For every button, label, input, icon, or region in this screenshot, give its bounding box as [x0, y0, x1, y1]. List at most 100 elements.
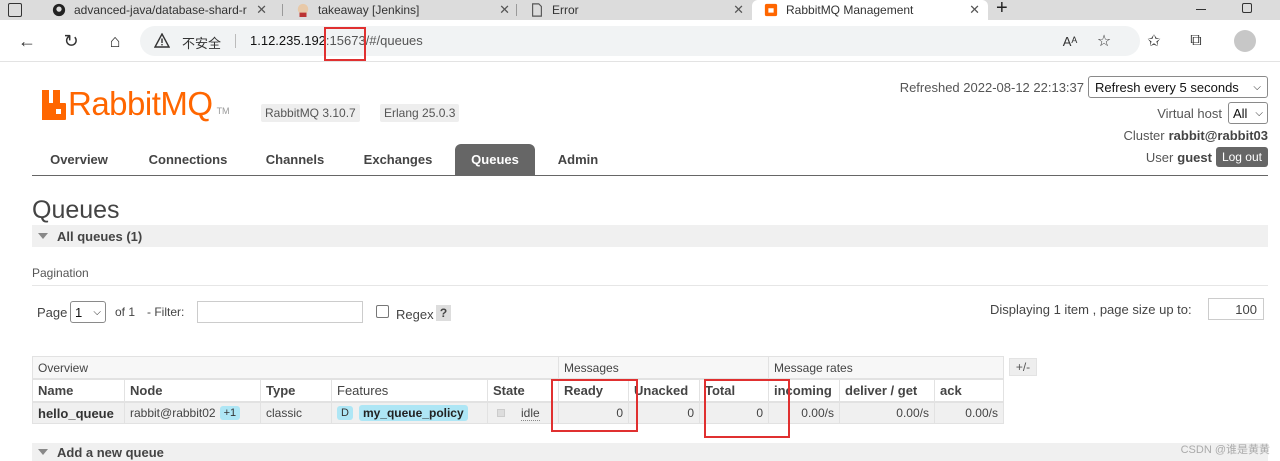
vhost-select[interactable]: All ⌵ — [1228, 102, 1268, 124]
refresh-interval-select[interactable]: Refresh every 5 seconds ⌵ — [1088, 76, 1268, 98]
new-tab-button[interactable]: + — [996, 0, 1008, 20]
chevron-down-icon: ⌵ — [1253, 81, 1261, 93]
durable-badge: D — [337, 406, 353, 420]
url-divider — [235, 34, 236, 48]
logo-text: RabbitMQ — [68, 85, 213, 122]
all-queues-toggle[interactable]: All queues (1) — [32, 225, 1268, 247]
tab-exchanges[interactable]: Exchanges — [350, 144, 446, 175]
profile-avatar[interactable] — [1234, 30, 1256, 52]
regex-checkbox[interactable] — [376, 305, 389, 318]
tab-rabbitmq[interactable]: RabbitMQ Management ✕ — [752, 0, 988, 20]
group-overview: Overview — [32, 356, 559, 379]
col-features: Features — [331, 379, 488, 402]
collections-icon[interactable]: ⧉ — [1186, 31, 1206, 51]
page-title: Queues — [32, 196, 120, 224]
filter-input[interactable] — [197, 301, 363, 323]
highlight-box-port — [324, 27, 366, 61]
refreshed-timestamp: Refreshed 2022-08-12 22:13:37 — [899, 79, 1084, 95]
rabbitmq-icon — [764, 3, 778, 17]
pagination-label: Pagination — [32, 266, 89, 280]
back-icon[interactable]: ← — [16, 30, 38, 52]
tab-divider — [516, 4, 517, 16]
displaying-label: Displaying 1 item , page size up to: — [990, 302, 1192, 317]
tab-error[interactable]: Error ✕ — [518, 0, 752, 20]
cluster-row: Cluster rabbit@rabbit03 — [1123, 128, 1268, 143]
collapse-triangle-icon — [38, 233, 48, 239]
col-name[interactable]: Name — [32, 379, 125, 402]
vhost-label: Virtual host — [1157, 105, 1222, 121]
add-queue-toggle[interactable]: Add a new queue — [32, 443, 1268, 461]
col-deliver-get[interactable]: deliver / get — [839, 379, 935, 402]
tab-jenkins[interactable]: takeaway [Jenkins] ✕ — [284, 0, 518, 20]
cluster-name: rabbit@rabbit03 — [1168, 128, 1268, 143]
home-icon[interactable]: ⌂ — [104, 30, 126, 52]
regex-label: Regex — [396, 307, 434, 322]
tab-channels[interactable]: Channels — [252, 144, 338, 175]
tab-title: RabbitMQ Management — [786, 3, 914, 17]
favorites-icon[interactable]: ✩ — [1144, 31, 1164, 51]
tab-connections[interactable]: Connections — [132, 144, 244, 175]
read-aloud-icon[interactable]: Aᴬ — [1060, 31, 1080, 51]
policy-badge[interactable]: my_queue_policy — [358, 405, 468, 421]
state-indicator-icon — [497, 409, 505, 417]
col-node[interactable]: Node — [124, 379, 261, 402]
queue-features-cell: D my_queue_policy — [331, 402, 488, 424]
minimize-icon[interactable] — [1196, 9, 1206, 10]
logo-trademark: TM — [216, 106, 230, 116]
queue-deliver-get-rate: 0.00/s — [839, 402, 935, 424]
rabbitmq-logo[interactable]: RabbitMQ TM — [42, 86, 230, 120]
group-message-rates: Message rates — [768, 356, 1004, 379]
tab-github[interactable]: advanced-java/database-shard-r ✕ — [40, 0, 275, 20]
toggle-columns-button[interactable]: +/- — [1009, 358, 1037, 376]
tab-admin[interactable]: Admin — [544, 144, 612, 175]
col-ack[interactable]: ack — [934, 379, 1004, 402]
rabbitmq-version-badge: RabbitMQ 3.10.7 — [261, 104, 360, 122]
page-size-input[interactable]: 100 — [1208, 298, 1264, 320]
address-bar-row: ← ↻ ⌂ 不安全 1.12.235.192:15673/#/queues Aᴬ… — [0, 20, 1280, 62]
queue-ack-rate: 0.00/s — [934, 402, 1004, 424]
cluster-label: Cluster — [1123, 128, 1165, 143]
page-count: of 1 — [115, 305, 136, 319]
add-queue-label: Add a new queue — [57, 444, 164, 460]
col-type[interactable]: Type — [260, 379, 332, 402]
url-input[interactable]: 不安全 1.12.235.192:15673/#/queues — [140, 26, 1140, 56]
tab-queues[interactable]: Queues — [455, 144, 535, 175]
close-icon[interactable]: ✕ — [499, 2, 510, 18]
close-icon[interactable]: ✕ — [256, 2, 267, 18]
queue-state: idle — [521, 405, 540, 421]
rabbitmq-logo-icon — [42, 90, 66, 120]
tab-overview[interactable]: Overview — [36, 144, 122, 175]
url-path: /#/queues — [365, 33, 423, 48]
close-icon[interactable]: ✕ — [969, 2, 980, 18]
queue-name-link[interactable]: hello_queue — [32, 402, 125, 424]
regex-help-button[interactable]: ? — [436, 305, 451, 321]
queue-state-cell: idle — [487, 402, 559, 424]
close-icon[interactable]: ✕ — [733, 2, 744, 18]
tab-actions-icon[interactable] — [8, 3, 22, 17]
node-mirror-badge: +1 — [219, 406, 241, 420]
queue-unacked: 0 — [628, 402, 700, 424]
queues-table: Overview Messages Message rates Name Nod… — [32, 356, 1006, 430]
url-host: 1.12.235.192 — [250, 33, 326, 48]
highlight-box-ready — [551, 379, 638, 432]
refresh-interval-value: Refresh every 5 seconds — [1095, 79, 1239, 95]
highlight-box-total — [704, 379, 790, 438]
group-messages: Messages — [558, 356, 769, 379]
add-favorite-icon[interactable]: ☆ — [1094, 31, 1114, 51]
col-state[interactable]: State — [487, 379, 559, 402]
csdn-watermark: CSDN @谁是黄黄 — [1180, 444, 1270, 456]
all-queues-label: All queues (1) — [57, 228, 143, 244]
reload-icon[interactable]: ↻ — [60, 30, 82, 52]
tab-divider — [282, 4, 283, 16]
vhost-row: Virtual host All ⌵ — [1157, 102, 1268, 124]
restore-icon[interactable] — [1242, 3, 1252, 13]
page-select[interactable]: 1 ⌵ — [70, 301, 106, 323]
github-icon — [52, 3, 66, 17]
warning-icon[interactable] — [154, 33, 170, 49]
vhost-value: All — [1233, 105, 1248, 121]
insecure-label: 不安全 — [182, 36, 222, 51]
browser-tab-bar: advanced-java/database-shard-r ✕ takeawa… — [0, 0, 1280, 20]
tab-title: takeaway [Jenkins] — [318, 3, 420, 17]
col-unacked[interactable]: Unacked — [628, 379, 700, 402]
page-select-value: 1 — [75, 304, 83, 320]
